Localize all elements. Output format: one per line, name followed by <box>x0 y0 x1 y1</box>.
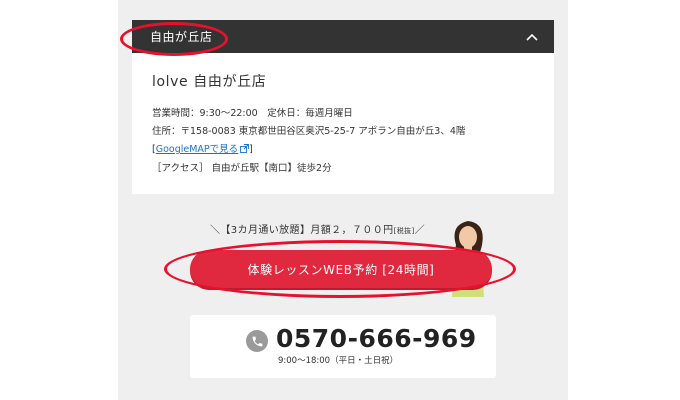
campaign-suffix: ／ <box>414 225 426 236</box>
phone-hours: 9:00～18:00（平日・土日祝） <box>278 356 399 366</box>
campaign-text: ＼【3カ月通い放題】月額２，７００円[税抜]／ <box>210 221 472 241</box>
campaign-main: ＼【3カ月通い放題】月額２，７００円 <box>210 225 394 236</box>
store-info-card: lolve 自由が丘店 営業時間：9:30～22:00 定休日：毎週月曜日 住所… <box>132 53 554 194</box>
google-map-link[interactable]: GoogleMAPで見る <box>156 144 238 155</box>
store-accordion-header[interactable]: 自由が丘店 <box>132 20 554 53</box>
campaign-tax: [税抜] <box>393 227 415 235</box>
phone-number[interactable]: 0570-666-969 <box>276 324 477 353</box>
store-address: 住所：〒158-0083 東京都世田谷区奥沢5-25-7 アポラン自由が丘3、4… <box>152 126 466 137</box>
store-map-line: [GoogleMAPで見る] <box>152 141 534 160</box>
store-hours: 営業時間：9:30～22:00 定休日：毎週月曜日 <box>152 108 353 119</box>
map-bracket-close: ] <box>249 144 253 155</box>
store-name: lolve 自由が丘店 <box>152 74 267 90</box>
phone-contact-box[interactable]: 0570-666-969 9:00～18:00（平日・土日祝） <box>190 315 496 378</box>
external-link-icon <box>240 142 250 160</box>
store-access: ［アクセス］ 自由が丘駅【南口】徒歩2分 <box>152 163 332 174</box>
store-accordion-title: 自由が丘店 <box>150 30 213 44</box>
chevron-up-icon[interactable] <box>524 29 540 45</box>
phone-icon <box>246 330 268 352</box>
trial-lesson-booking-button[interactable]: 体験レッスンWEB予約 [24時間] <box>190 250 492 288</box>
